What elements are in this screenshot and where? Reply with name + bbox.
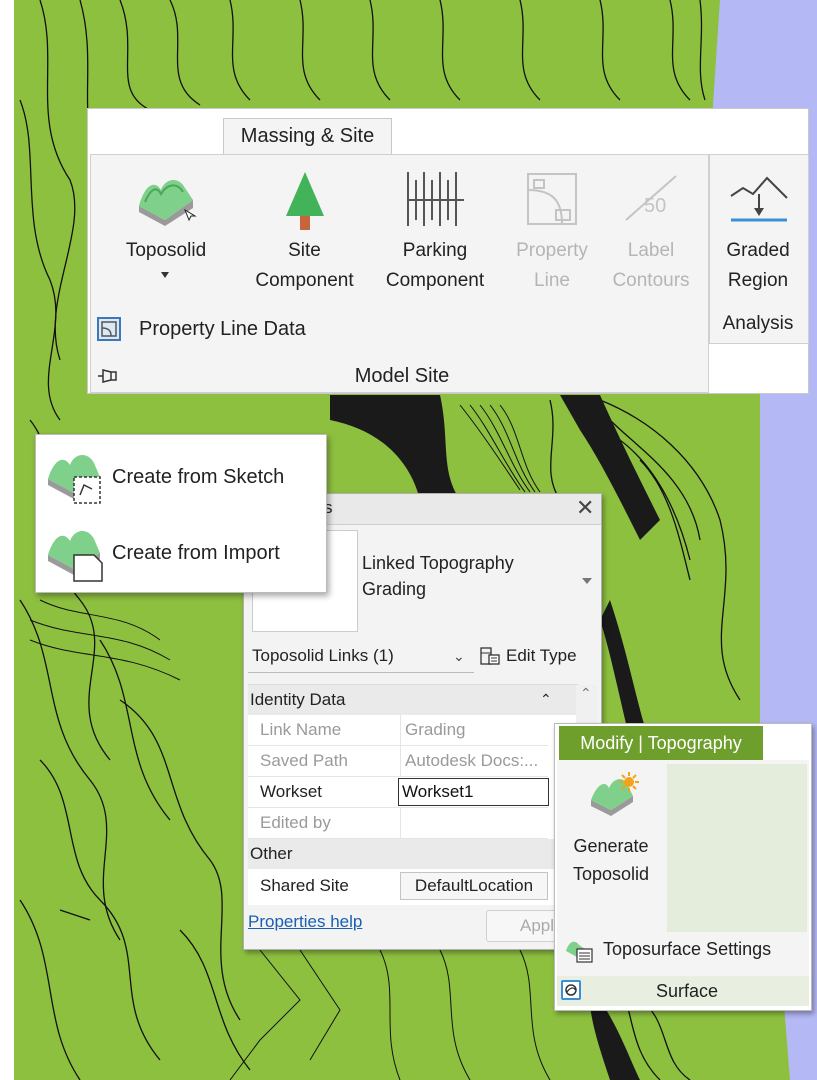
generate-label-2: Toposolid <box>572 864 650 884</box>
property-name: Edited by <box>260 813 331 832</box>
toposolid-button[interactable]: Toposolid <box>107 166 225 296</box>
close-icon[interactable]: ✕ <box>576 494 594 522</box>
property-grid: Identity Data ⌃ Link Name Grading Saved … <box>248 684 598 905</box>
toposolid-import-icon <box>48 530 103 582</box>
ribbon-panel: Massing & Site Toposolid Site Component <box>87 108 809 394</box>
graded-region-label-1: Graded <box>726 240 790 261</box>
edit-type-button[interactable]: Edit Type <box>478 640 598 672</box>
contextual-empty-area <box>667 764 807 932</box>
property-name: Workset <box>260 782 323 801</box>
property-line-data-icon <box>97 317 121 341</box>
toposolid-label: Toposolid <box>125 240 207 261</box>
edit-type-label: Edit Type <box>506 646 577 665</box>
properties-help-link[interactable]: Properties help <box>248 910 362 934</box>
analysis-panel-label: Analysis <box>722 313 794 334</box>
generate-label-1: Generate <box>573 836 649 856</box>
create-from-sketch-label: Create from Sketch <box>112 466 285 488</box>
label-contours-button[interactable]: 50 Label Contours <box>600 166 702 296</box>
property-line-label-1: Property <box>516 240 588 261</box>
chevron-down-icon: ⌄ <box>453 648 465 664</box>
group-other-label: Other <box>250 844 293 863</box>
instance-filter-label: Toposolid Links (1) <box>252 646 394 665</box>
generate-toposolid-button[interactable]: Generate Toposolid <box>561 768 661 890</box>
label-contours-icon: 50 <box>625 175 677 221</box>
parking-component-label-2: Component <box>385 270 485 291</box>
property-row-workset: Workset Workset1 <box>248 777 549 808</box>
property-line-button[interactable]: Property Line <box>502 166 602 296</box>
property-row-saved-path: Saved Path Autodesk Docs:... <box>248 746 548 777</box>
type-name: Grading <box>362 579 427 599</box>
chevron-down-icon[interactable] <box>582 578 592 584</box>
tab-massing-site[interactable]: Massing & Site <box>223 118 392 154</box>
instance-filter-dropdown[interactable]: Toposolid Links (1) ⌄ <box>248 640 474 673</box>
graded-region-icon <box>730 176 788 222</box>
shared-site-button[interactable]: DefaultLocation <box>400 872 548 900</box>
modify-topography-panel: Modify | Topography Generate Toposolid T… <box>554 723 812 1011</box>
toposolid-icon <box>139 179 197 226</box>
property-name: Shared Site <box>260 876 349 895</box>
scroll-up-icon[interactable]: ⌃ <box>580 685 592 702</box>
toposolid-dropdown-menu: Create from Sketch Create from Import <box>35 434 327 593</box>
model-site-panel-label: Model Site <box>354 365 450 387</box>
collapse-icon[interactable]: ⌃ <box>540 685 552 713</box>
tab-modify-topography[interactable]: Modify | Topography <box>559 726 763 760</box>
workset-field[interactable]: Workset1 <box>398 778 549 806</box>
group-identity-data[interactable]: Identity Data ⌃ <box>248 685 578 715</box>
parking-icon <box>407 172 464 226</box>
property-value: Grading <box>400 715 553 745</box>
property-row-link-name: Link Name Grading <box>248 715 548 746</box>
create-from-import-label: Create from Import <box>112 542 280 564</box>
property-row-edited-by: Edited by <box>248 808 548 839</box>
property-line-data-button[interactable]: Property Line Data <box>95 313 355 345</box>
toposurface-settings-icon <box>566 941 593 963</box>
property-row-shared-site: Shared Site DefaultLocation <box>248 869 548 903</box>
group-other[interactable]: Other <box>248 839 578 869</box>
property-line-data-label: Property Line Data <box>139 318 306 340</box>
group-identity-data-label: Identity Data <box>250 690 346 709</box>
toposurface-settings-button[interactable]: Toposurface Settings <box>561 932 807 966</box>
surface-panel-footer: Surface <box>557 976 809 1006</box>
type-family-name: Linked Topography <box>362 553 514 573</box>
tree-icon <box>286 172 324 230</box>
label-contours-number: 50 <box>644 195 666 217</box>
property-name: Link Name <box>260 720 342 739</box>
label-contours-label-1: Label <box>627 240 675 261</box>
property-line-icon <box>527 173 577 225</box>
site-component-label-2: Component <box>255 270 354 291</box>
label-contours-label-2: Contours <box>612 270 690 291</box>
edit-type-icon <box>480 647 500 665</box>
parking-component-button[interactable]: Parking Component <box>370 166 500 296</box>
surface-settings-icon[interactable] <box>561 980 581 1000</box>
site-component-label-1: Site <box>288 240 321 261</box>
create-from-import-item[interactable]: Create from Import <box>42 519 322 587</box>
generate-toposolid-icon <box>591 772 639 816</box>
graded-region-label-2: Region <box>727 270 789 291</box>
parking-component-label-1: Parking <box>402 240 468 261</box>
type-selector[interactable]: Linked Topography Grading <box>362 550 592 610</box>
toposolid-sketch-icon <box>48 454 101 504</box>
pin-icon[interactable] <box>95 364 119 388</box>
create-from-sketch-item[interactable]: Create from Sketch <box>42 443 322 511</box>
property-line-label-2: Line <box>534 270 570 291</box>
property-value <box>400 808 553 838</box>
toposurface-settings-label: Toposurface Settings <box>603 939 772 959</box>
site-component-button[interactable]: Site Component <box>242 166 367 296</box>
graded-region-button[interactable]: Graded Region <box>709 166 807 296</box>
chevron-down-icon[interactable] <box>161 272 169 278</box>
surface-panel-label: Surface <box>655 981 719 1001</box>
property-name: Saved Path <box>260 751 348 770</box>
property-value: Autodesk Docs:... <box>400 746 553 776</box>
